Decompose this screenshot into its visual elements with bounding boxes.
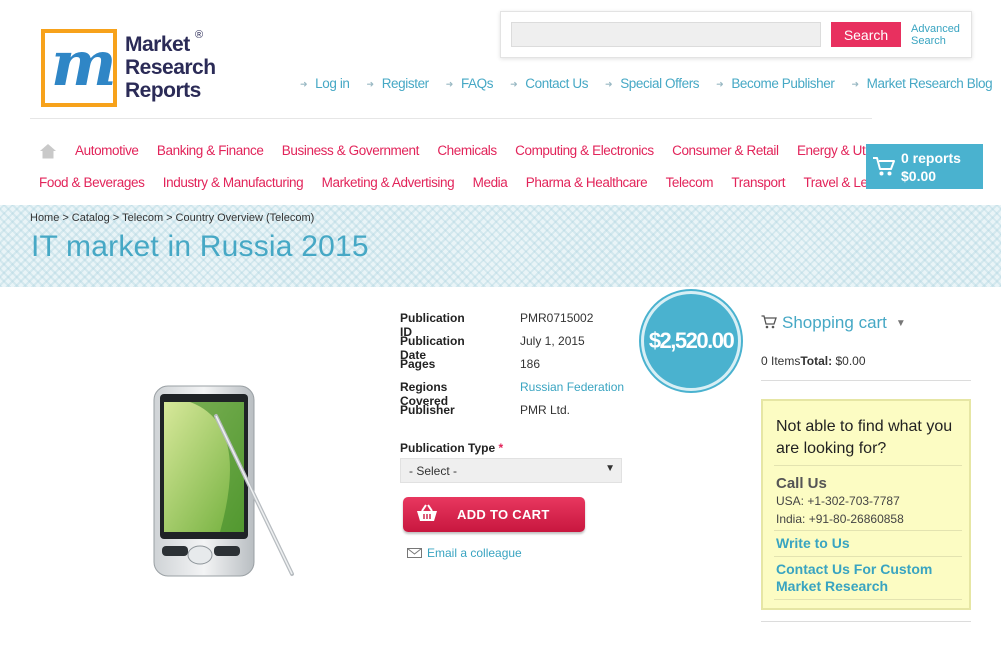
category-computing-electronics[interactable]: Computing & Electronics	[515, 143, 654, 158]
chevron-down-icon: ▼	[895, 318, 906, 329]
call-us-title: Call Us	[776, 475, 827, 492]
category-nav-row-1: Automotive Banking & Finance Business & …	[75, 143, 908, 158]
email-colleague-label: Email a colleague	[427, 546, 522, 560]
publication-type-select[interactable]: - Select - ▼	[400, 458, 622, 483]
detail-value: PMR Ltd.	[520, 403, 571, 417]
publication-type-selected: - Select -	[409, 464, 458, 478]
category-media[interactable]: Media	[473, 175, 508, 190]
top-links: Log in Register FAQs Contact Us Special …	[300, 76, 992, 91]
price-badge: $2,520.00	[641, 291, 741, 391]
publication-type-text: Publication Type	[400, 441, 496, 455]
breadcrumb-telecom[interactable]: Telecom	[122, 212, 163, 224]
cart-total-value: $0.00	[835, 354, 866, 368]
breadcrumb: Home > Catalog > Telecom > Country Overview (T…	[30, 212, 315, 224]
sidebar-divider	[761, 621, 971, 622]
category-chemicals[interactable]: Chemicals	[437, 143, 497, 158]
title-banner: Home > Catalog > Telecom > Country Overview (T…	[0, 205, 1001, 287]
logo-line-2: Research	[125, 56, 216, 79]
call-us-usa: USA: +1-302-703-7787	[776, 494, 900, 508]
search-input[interactable]	[511, 22, 821, 47]
basket-icon	[417, 504, 437, 521]
registered-mark: ®	[195, 29, 204, 41]
mini-cart-total: $0.00	[901, 168, 937, 184]
category-consumer-retail[interactable]: Consumer & Retail	[672, 143, 779, 158]
faqs-link[interactable]: FAQs	[446, 76, 494, 91]
breadcrumb-current: Country Overview (Telecom)	[175, 212, 315, 224]
cart-total-label: Total:	[800, 354, 833, 368]
header-divider	[30, 118, 872, 119]
category-food-beverages[interactable]: Food & Beverages	[39, 175, 145, 190]
category-transport[interactable]: Transport	[731, 175, 785, 190]
breadcrumb-home[interactable]: Home	[30, 212, 59, 224]
search-button[interactable]: Search	[831, 22, 901, 47]
help-divider	[774, 556, 962, 557]
login-link[interactable]: Log in	[300, 76, 350, 91]
write-to-us-link[interactable]: Write to Us	[776, 535, 850, 551]
category-automotive[interactable]: Automotive	[75, 143, 139, 158]
trolley-icon	[761, 315, 777, 329]
logo-m-glyph: m	[51, 27, 117, 100]
help-box: Not able to find what you are looking fo…	[761, 399, 971, 610]
special-offers-link[interactable]: Special Offers	[605, 76, 699, 91]
logo-text: Market Research Reports	[125, 33, 216, 102]
breadcrumb-catalog[interactable]: Catalog	[72, 212, 110, 224]
product-image	[153, 385, 294, 577]
detail-value: 186	[520, 357, 541, 371]
category-banking-finance[interactable]: Banking & Finance	[157, 143, 264, 158]
category-industry-manufacturing[interactable]: Industry & Manufacturing	[163, 175, 304, 190]
email-colleague-link[interactable]: Email a colleague	[407, 546, 522, 560]
category-business-government[interactable]: Business & Government	[282, 143, 420, 158]
shopping-cart-header[interactable]: Shopping cart ▼	[761, 313, 906, 333]
home-icon[interactable]	[39, 142, 57, 160]
page-title: IT market in Russia 2015	[31, 230, 369, 263]
search-panel: Search Advanced Search	[500, 11, 972, 58]
call-us-india: India: +91-80-26860858	[776, 512, 904, 526]
logo-mark: m	[41, 27, 117, 107]
shopping-cart-title: Shopping cart	[782, 313, 887, 332]
region-link[interactable]: Russian Federation	[520, 380, 624, 394]
site-logo[interactable]: m Market Research Reports ®	[41, 27, 216, 109]
category-telecom[interactable]: Telecom	[666, 175, 714, 190]
sidebar-divider	[761, 380, 971, 381]
cart-items: 0 Items	[761, 354, 801, 368]
advanced-search-link[interactable]: Advanced Search	[911, 23, 971, 47]
help-question: Not able to find what you are looking fo…	[776, 418, 953, 457]
publication-type-label: Publication Type *	[400, 441, 503, 455]
mini-cart-button[interactable]: 0 reports $0.00	[866, 144, 983, 189]
become-publisher-link[interactable]: Become Publisher	[716, 76, 835, 91]
register-link[interactable]: Register	[367, 76, 429, 91]
contact-custom-research-link[interactable]: Contact Us For Custom Market Research	[776, 561, 966, 595]
category-nav-row-2: Food & Beverages Industry & Manufacturin…	[39, 175, 910, 190]
required-mark: *	[498, 441, 504, 455]
contact-us-link[interactable]: Contact Us	[510, 76, 588, 91]
category-pharma-healthcare[interactable]: Pharma & Healthcare	[526, 175, 648, 190]
logo-line-3: Reports	[125, 79, 201, 102]
detail-key: Publisher	[400, 403, 455, 417]
help-divider	[774, 465, 962, 466]
shopping-cart-summary: 0 ItemsTotal: $0.00	[761, 354, 866, 368]
add-to-cart-button[interactable]: ADD TO CART	[403, 497, 585, 532]
detail-value: PMR0715002	[520, 311, 594, 325]
cart-icon	[873, 157, 895, 176]
mini-cart-count: 0 reports	[901, 150, 961, 166]
help-divider	[774, 599, 962, 600]
help-divider	[774, 530, 962, 531]
category-marketing-advertising[interactable]: Marketing & Advertising	[322, 175, 455, 190]
dropdown-arrow-icon: ▼	[605, 463, 615, 474]
blog-link[interactable]: Market Research Blog	[851, 76, 993, 91]
detail-key: Pages	[400, 357, 436, 371]
detail-value: July 1, 2015	[520, 334, 585, 348]
envelope-icon	[407, 548, 422, 558]
add-to-cart-label: ADD TO CART	[457, 507, 550, 522]
